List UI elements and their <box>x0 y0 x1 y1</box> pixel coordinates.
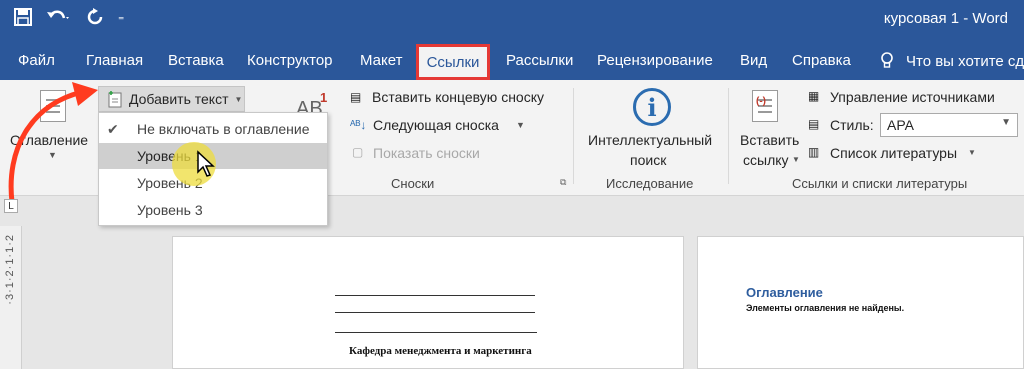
menu-item-do-not-show[interactable]: ✔ Не включать в оглавление <box>99 116 327 142</box>
tab-help[interactable]: Справка <box>792 52 851 69</box>
endnote-icon: ▤ <box>350 90 362 104</box>
add-text-button[interactable]: Добавить текст ▼ <box>98 86 245 112</box>
tab-design[interactable]: Конструктор <box>247 52 333 69</box>
insert-endnote-button[interactable]: Вставить концевую сноску <box>372 89 544 105</box>
manage-sources-icon: ▦ <box>808 89 820 103</box>
style-icon: ▤ <box>808 117 820 131</box>
annotation-arrow-icon <box>8 82 98 205</box>
chevron-down-icon: ▼ <box>968 148 976 157</box>
mouse-pointer-icon <box>197 150 215 177</box>
style-label: Стиль: <box>830 117 874 133</box>
divider <box>573 88 574 184</box>
tab-file[interactable]: Файл <box>18 52 55 69</box>
smart-lookup-label-1[interactable]: Интеллектуальный <box>588 132 712 148</box>
tab-selector-icon[interactable]: L <box>4 199 18 213</box>
chevron-down-icon: ▼ <box>1001 117 1011 128</box>
lightbulb-icon <box>881 52 893 68</box>
insert-citation-label-1[interactable]: Вставить <box>740 132 799 148</box>
tab-view[interactable]: Вид <box>740 52 767 69</box>
title-line <box>335 312 535 313</box>
bibliography-icon: ▥ <box>808 145 820 159</box>
bibliography-button[interactable]: Список литературы <box>830 145 957 161</box>
tab-mailings[interactable]: Рассылки <box>506 52 573 69</box>
manage-sources-button[interactable]: Управление источниками <box>830 89 995 105</box>
add-text-label: Добавить текст <box>129 91 229 107</box>
next-footnote-button[interactable]: Следующая сноска <box>373 117 499 133</box>
smart-lookup-label-2[interactable]: поиск <box>630 152 666 168</box>
undo-icon[interactable] <box>46 8 72 31</box>
menu-item-label: Не включать в оглавление <box>137 121 310 137</box>
citations-group-label: Ссылки и списки литературы <box>792 176 968 191</box>
document-page-2[interactable]: Оглавление Элементы оглавления не найден… <box>697 236 1024 369</box>
toc-empty-message: Элементы оглавления не найдены. <box>746 303 905 313</box>
title-line <box>335 295 535 296</box>
save-icon[interactable] <box>14 8 32 31</box>
menu-item-level-3[interactable]: Уровень 3 <box>99 197 327 223</box>
tab-layout[interactable]: Макет <box>360 52 402 69</box>
toc-heading: Оглавление <box>746 285 823 300</box>
document-title: курсовая 1 - Word <box>883 10 1008 27</box>
style-select[interactable]: APA ▼ <box>880 113 1018 137</box>
show-notes-icon: ▢ <box>352 145 364 159</box>
tab-home[interactable]: Главная <box>86 52 143 69</box>
next-footnote-icon: ᴬᴮ↓ <box>350 118 367 132</box>
tab-insert[interactable]: Вставка <box>168 52 224 69</box>
dialog-launcher-icon[interactable]: ⧉ <box>560 177 566 188</box>
research-group-label: Исследование <box>606 176 694 191</box>
title-line <box>335 332 537 333</box>
chevron-down-icon: ▼ <box>792 155 800 164</box>
title-bar: ⁼ курсовая 1 - Word <box>0 0 1024 40</box>
insert-citation-label-2[interactable]: ссылку <box>743 152 789 168</box>
chevron-down-icon: ▼ <box>234 94 243 104</box>
customize-qat-icon[interactable]: ⁼ <box>118 13 124 27</box>
show-notes-button[interactable]: Показать сноски <box>373 145 480 161</box>
tab-references[interactable]: Ссылки <box>416 44 490 80</box>
citation-mark-icon: (-) <box>756 96 766 107</box>
footnote-superscript: 1 <box>320 90 328 105</box>
info-icon: i <box>633 88 671 126</box>
divider <box>728 88 729 184</box>
footnotes-group-label: Сноски <box>391 176 435 191</box>
chevron-down-icon: ▼ <box>516 120 525 130</box>
ruler-marks: ·3·1·2·1·1·2 <box>4 234 16 305</box>
tab-references-label: Ссылки <box>426 53 480 71</box>
vertical-ruler: ·3·1·2·1·1·2 <box>0 226 22 369</box>
redo-icon[interactable] <box>86 8 104 31</box>
department-text: Кафедра менеджмента и маркетинга <box>349 345 532 357</box>
ribbon-tabs: Файл Главная Вставка Конструктор Макет Р… <box>0 40 1024 80</box>
style-value: APA <box>887 117 914 133</box>
menu-item-label: Уровень 3 <box>137 202 203 218</box>
tell-me-text: Что вы хотите сде <box>906 52 1024 70</box>
tab-review[interactable]: Рецензирование <box>597 52 713 69</box>
quick-access-toolbar: ⁼ <box>14 8 124 31</box>
tell-me-box[interactable]: Что вы хотите сде <box>880 52 1024 70</box>
document-page-1[interactable]: Кафедра менеджмента и маркетинга <box>172 236 684 369</box>
